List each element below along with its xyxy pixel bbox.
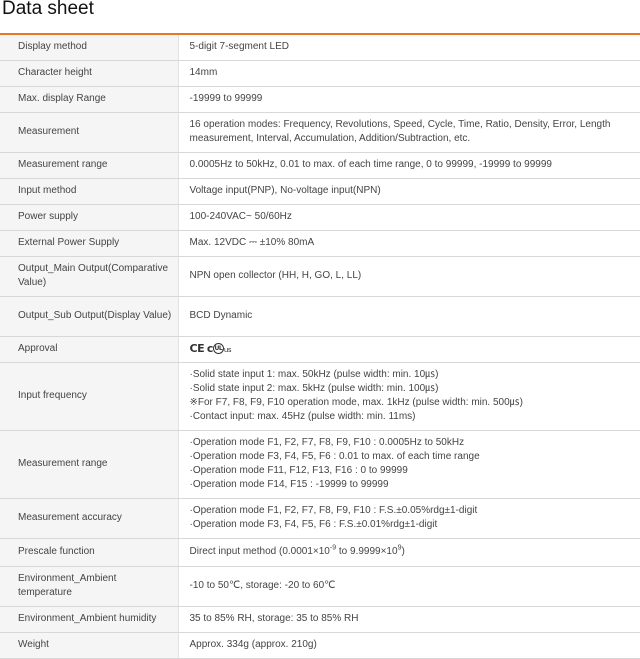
- table-row: Measurement 16 operation modes: Frequenc…: [0, 112, 640, 152]
- row-value: BCD Dynamic: [178, 296, 640, 336]
- row-label: Display method: [0, 35, 178, 60]
- row-value: Max. 12VDC ⎓ ±10% 80mA: [178, 230, 640, 256]
- table-row: Output_Sub Output(Display Value) BCD Dyn…: [0, 296, 640, 336]
- row-label: Max. display Range: [0, 86, 178, 112]
- row-value: ·Operation mode F1, F2, F7, F8, F9, F10 …: [178, 498, 640, 538]
- row-value: 35 to 85% RH, storage: 35 to 85% RH: [178, 606, 640, 632]
- row-label: Input method: [0, 178, 178, 204]
- table-row: Approval CE cULus: [0, 336, 640, 362]
- row-label: Prescale function: [0, 538, 178, 566]
- table-row: Prescale function Direct input method (0…: [0, 538, 640, 566]
- row-label: Input frequency: [0, 362, 178, 430]
- table-row: Environment_Ambient humidity 35 to 85% R…: [0, 606, 640, 632]
- row-label: Output_Sub Output(Display Value): [0, 296, 178, 336]
- row-label: Measurement range: [0, 152, 178, 178]
- approval-value: CE cULus: [178, 336, 640, 362]
- row-value: 16 operation modes: Frequency, Revolutio…: [178, 112, 640, 152]
- table-row: Measurement range 0.0005Hz to 50kHz, 0.0…: [0, 152, 640, 178]
- row-value: Approx. 334g (approx. 210g): [178, 632, 640, 658]
- table-row: Max. display Range -19999 to 99999: [0, 86, 640, 112]
- value-line: ※For F7, F8, F9, F10 operation mode, max…: [190, 396, 640, 410]
- table-row: Power supply 100-240VAC~ 50/60Hz: [0, 204, 640, 230]
- value-line: ·Operation mode F3, F4, F5, F6 : F.S.±0.…: [190, 518, 640, 532]
- row-value: 14mm: [178, 60, 640, 86]
- header: Data sheet: [0, 0, 640, 33]
- table-row: Display method 5-digit 7-segment LED: [0, 35, 640, 60]
- row-value: 100-240VAC~ 50/60Hz: [178, 204, 640, 230]
- value-line: ·Operation mode F1, F2, F7, F8, F9, F10 …: [190, 504, 640, 518]
- row-value: Voltage input(PNP), No-voltage input(NPN…: [178, 178, 640, 204]
- row-value: NPN open collector (HH, H, GO, L, LL): [178, 256, 640, 296]
- value-line: ·Operation mode F11, F12, F13, F16 : 0 t…: [190, 464, 640, 478]
- row-value: ·Solid state input 1: max. 50kHz (pulse …: [178, 362, 640, 430]
- table-row: Output_Main Output(Comparative Value) NP…: [0, 256, 640, 296]
- value-line: ·Contact input: max. 45Hz (pulse width: …: [190, 410, 640, 424]
- table-row: Measurement range ·Operation mode F1, F2…: [0, 430, 640, 498]
- row-label: Environment_Ambient temperature: [0, 566, 178, 606]
- row-label: Weight: [0, 632, 178, 658]
- row-label: Approval: [0, 336, 178, 362]
- table-row: Input method Voltage input(PNP), No-volt…: [0, 178, 640, 204]
- row-label: Environment_Ambient humidity: [0, 606, 178, 632]
- ul-mark-icon: cULus: [207, 342, 231, 355]
- row-value: ·Operation mode F1, F2, F7, F8, F9, F10 …: [178, 430, 640, 498]
- row-label: External Power Supply: [0, 230, 178, 256]
- row-value: -10 to 50℃, storage: -20 to 60℃: [178, 566, 640, 606]
- table-row: Environment_Ambient temperature -10 to 5…: [0, 566, 640, 606]
- value-line: ·Operation mode F3, F4, F5, F6 : 0.01 to…: [190, 450, 640, 464]
- row-label: Character height: [0, 60, 178, 86]
- value-line: ·Operation mode F14, F15 : -19999 to 999…: [190, 478, 640, 492]
- table-row: Input frequency ·Solid state input 1: ma…: [0, 362, 640, 430]
- value-line: ·Operation mode F1, F2, F7, F8, F9, F10 …: [190, 436, 640, 450]
- row-label: Measurement accuracy: [0, 498, 178, 538]
- value-line: ·Solid state input 2: max. 5kHz (pulse w…: [190, 382, 640, 396]
- row-label: Power supply: [0, 204, 178, 230]
- row-value: Direct input method (0.0001×10-9 to 9.99…: [178, 538, 640, 566]
- table-row: External Power Supply Max. 12VDC ⎓ ±10% …: [0, 230, 640, 256]
- row-label: Measurement range: [0, 430, 178, 498]
- row-value: -19999 to 99999: [178, 86, 640, 112]
- page-title: Data sheet: [2, 0, 94, 20]
- table-row: Character height 14mm: [0, 60, 640, 86]
- row-label: Output_Main Output(Comparative Value): [0, 256, 178, 296]
- table-row: Measurement accuracy ·Operation mode F1,…: [0, 498, 640, 538]
- spec-table: Display method 5-digit 7-segment LED Cha…: [0, 35, 640, 659]
- table-row: Weight Approx. 334g (approx. 210g): [0, 632, 640, 658]
- ce-mark-icon: CE: [190, 342, 205, 355]
- row-label: Measurement: [0, 112, 178, 152]
- row-value: 0.0005Hz to 50kHz, 0.01 to max. of each …: [178, 152, 640, 178]
- row-value: 5-digit 7-segment LED: [178, 35, 640, 60]
- value-line: ·Solid state input 1: max. 50kHz (pulse …: [190, 368, 640, 382]
